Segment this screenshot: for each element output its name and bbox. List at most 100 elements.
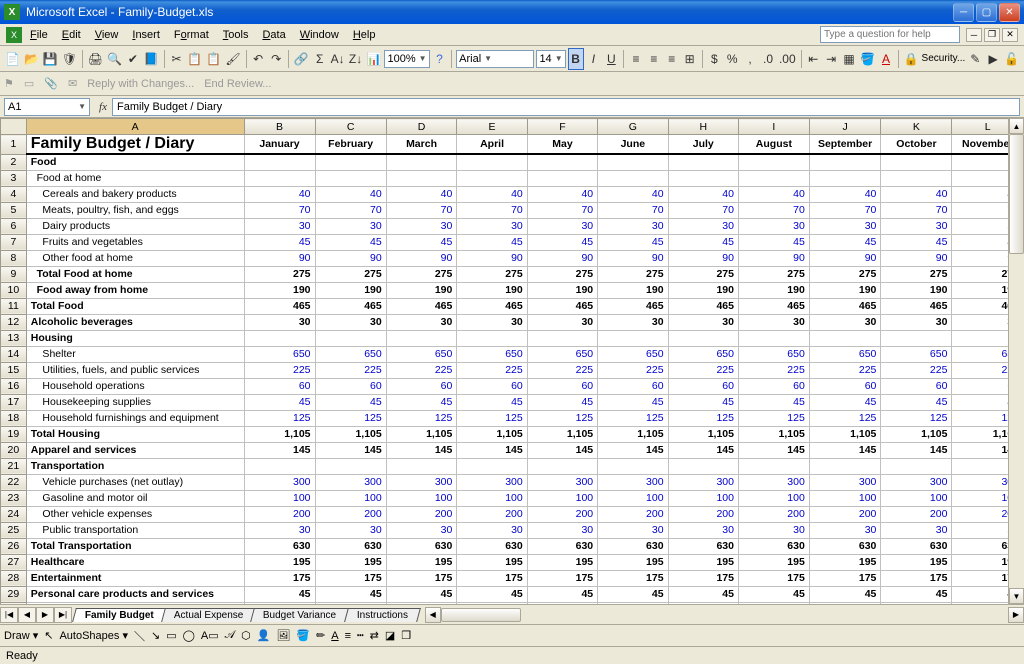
row-header-11[interactable]: 11 [1,298,27,314]
cell-I19[interactable]: 1,105 [738,426,809,442]
cell-C10[interactable]: 190 [315,282,386,298]
currency-icon[interactable]: $ [706,48,722,70]
cell-F8[interactable]: 90 [527,250,597,266]
cell-J28[interactable]: 175 [809,570,881,586]
row-header-18[interactable]: 18 [1,410,27,426]
cell-F19[interactable]: 1,105 [527,426,597,442]
formula-input[interactable]: Family Budget / Diary [112,98,1020,116]
cell-H8[interactable]: 90 [668,250,738,266]
column-header-K[interactable]: K [881,119,952,135]
cell-I6[interactable]: 30 [738,218,809,234]
font-size-combo[interactable]: 14▼ [536,50,565,68]
align-right-icon[interactable]: ≡ [664,48,680,70]
cell-G2[interactable] [598,154,668,170]
menu-insert[interactable]: Insert [126,27,166,43]
cell-J10[interactable]: 190 [809,282,881,298]
cell-K21[interactable] [881,458,952,474]
tab-prev-icon[interactable]: ◀ [18,607,36,623]
cell-K6[interactable]: 30 [881,218,952,234]
cell-F30[interactable]: 10 [527,602,597,604]
new-icon[interactable]: 📄 [4,48,21,70]
cell-B17[interactable]: 45 [244,394,315,410]
cell-E15[interactable]: 225 [457,362,527,378]
cell-F9[interactable]: 275 [527,266,597,282]
help-search-input[interactable] [820,26,960,43]
scroll-up-icon[interactable]: ▲ [1009,118,1024,134]
cell-K1[interactable]: October [881,135,952,155]
cell-F10[interactable]: 190 [527,282,597,298]
cell-I12[interactable]: 30 [738,314,809,330]
cell-G21[interactable] [598,458,668,474]
cell-B3[interactable] [244,170,315,186]
cell-D20[interactable]: 145 [386,442,457,458]
cell-A5[interactable]: Meats, poultry, fish, and eggs [26,202,244,218]
cell-B19[interactable]: 1,105 [244,426,315,442]
decrease-decimal-icon[interactable]: .00 [778,48,797,70]
doc-minimize-button[interactable]: ─ [966,28,982,42]
row-header-2[interactable]: 2 [1,154,27,170]
sort-desc-icon[interactable]: Z↓ [348,48,364,70]
cell-H13[interactable] [668,330,738,346]
cell-J26[interactable]: 630 [809,538,881,554]
tab-first-icon[interactable]: |◀ [0,607,18,623]
cell-J30[interactable]: 10 [809,602,881,604]
borders-icon[interactable]: ▦ [841,48,857,70]
textbox-icon[interactable]: A▭ [201,629,219,642]
cell-D29[interactable]: 45 [386,586,457,602]
cell-K5[interactable]: 70 [881,202,952,218]
row-header-19[interactable]: 19 [1,426,27,442]
cell-H20[interactable]: 145 [668,442,738,458]
shadow-icon[interactable]: ◪ [385,629,395,642]
cell-G11[interactable]: 465 [598,298,668,314]
format-painter-icon[interactable]: 🖌 [224,48,241,70]
cell-D5[interactable]: 70 [386,202,457,218]
merge-center-icon[interactable]: ⊞ [682,48,698,70]
cell-E20[interactable]: 145 [457,442,527,458]
row-header-17[interactable]: 17 [1,394,27,410]
cell-D1[interactable]: March [386,135,457,155]
cell-A29[interactable]: Personal care products and services [26,586,244,602]
cell-I7[interactable]: 45 [738,234,809,250]
cell-E16[interactable]: 60 [457,378,527,394]
reply-changes-label[interactable]: Reply with Changes... [87,78,194,90]
cell-G3[interactable] [598,170,668,186]
cell-F20[interactable]: 145 [527,442,597,458]
cell-I10[interactable]: 190 [738,282,809,298]
fill-color-draw-icon[interactable]: 🪣 [296,629,310,642]
cell-B12[interactable]: 30 [244,314,315,330]
cell-G20[interactable]: 145 [598,442,668,458]
menu-file[interactable]: File [24,27,54,43]
cell-G28[interactable]: 175 [598,570,668,586]
attach-icon[interactable]: 📎 [44,77,58,90]
cell-J24[interactable]: 200 [809,506,881,522]
cell-I25[interactable]: 30 [738,522,809,538]
cell-A17[interactable]: Housekeeping supplies [26,394,244,410]
cell-H27[interactable]: 195 [668,554,738,570]
cell-H15[interactable]: 225 [668,362,738,378]
cell-F18[interactable]: 125 [527,410,597,426]
cell-F26[interactable]: 630 [527,538,597,554]
row-header-1[interactable]: 1 [1,135,27,155]
cell-C8[interactable]: 90 [315,250,386,266]
cell-D8[interactable]: 90 [386,250,457,266]
cell-K7[interactable]: 45 [881,234,952,250]
vertical-scrollbar[interactable]: ▲ ▼ [1008,118,1024,604]
cell-B25[interactable]: 30 [244,522,315,538]
print-icon[interactable]: 🖨 [87,48,104,70]
fx-icon[interactable]: fx [94,98,112,116]
increase-indent-icon[interactable]: ⇥ [823,48,839,70]
menu-data[interactable]: Data [256,27,291,43]
cell-K3[interactable] [881,170,952,186]
tab-next-icon[interactable]: ▶ [36,607,54,623]
cell-E23[interactable]: 100 [457,490,527,506]
underline-icon[interactable]: U [603,48,619,70]
cell-C23[interactable]: 100 [315,490,386,506]
cell-F25[interactable]: 30 [527,522,597,538]
cell-H17[interactable]: 45 [668,394,738,410]
arrow-icon[interactable]: ↘ [151,629,160,642]
cell-B28[interactable]: 175 [244,570,315,586]
cell-J9[interactable]: 275 [809,266,881,282]
row-header-10[interactable]: 10 [1,282,27,298]
dash-style-icon[interactable]: ┅ [357,629,364,642]
cell-G12[interactable]: 30 [598,314,668,330]
